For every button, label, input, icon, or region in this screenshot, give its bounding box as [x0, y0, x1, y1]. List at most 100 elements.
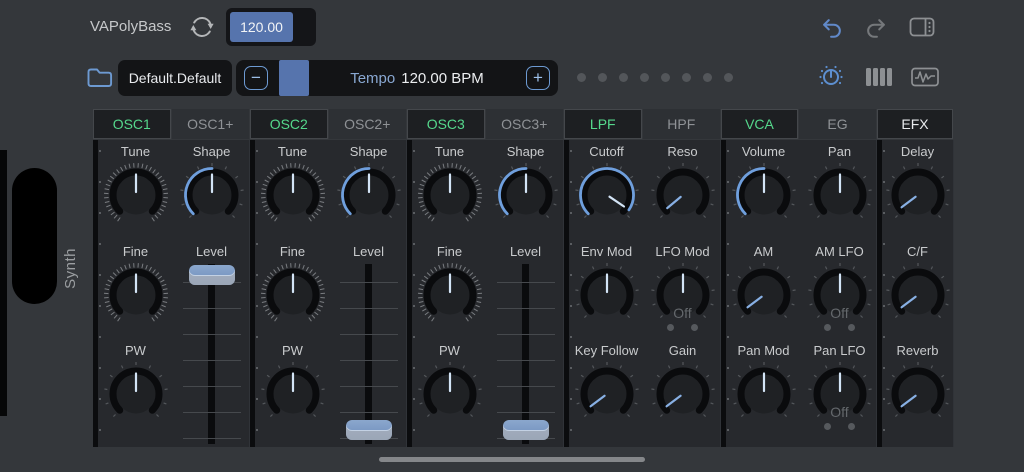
knob-tune[interactable]: Tune: [255, 144, 330, 246]
knob-glyph: [731, 362, 796, 418]
knob-reso[interactable]: Reso: [645, 144, 720, 246]
knob-glyph: [731, 263, 796, 319]
column-body-efx: Delay C/F Reverb: [877, 140, 954, 447]
slider-track[interactable]: [174, 264, 249, 444]
plugin-name: VAPolyBass: [90, 18, 172, 35]
knob-cutoff[interactable]: Cutoff: [569, 144, 644, 246]
tab-osc2[interactable]: OSC2: [250, 109, 328, 139]
knob-fine[interactable]: Fine: [98, 244, 173, 346]
knob-pan-lfo[interactable]: Pan LFO Off: [802, 343, 877, 445]
tempo-plus-button[interactable]: +: [526, 66, 550, 90]
page-dot[interactable]: [724, 73, 733, 82]
knob-pw[interactable]: PW: [412, 343, 487, 445]
knob-delay[interactable]: Delay: [882, 144, 953, 246]
layout-panel-button[interactable]: [906, 13, 938, 41]
tab-osc1[interactable]: OSC1+: [171, 109, 249, 139]
page-dot[interactable]: [577, 73, 586, 82]
knob-tune[interactable]: Tune: [98, 144, 173, 246]
tempo-control[interactable]: − Tempo 120.00 BPM +: [236, 60, 558, 96]
tab-osc2[interactable]: OSC2+: [328, 109, 406, 139]
slider-level[interactable]: Level: [331, 244, 406, 444]
knob-label: PW: [282, 343, 303, 358]
off-value-label[interactable]: Off: [802, 404, 877, 420]
tab-hpf[interactable]: HPF: [642, 109, 720, 139]
knob-shape[interactable]: Shape: [331, 144, 406, 246]
knob-shape[interactable]: Shape: [174, 144, 249, 246]
tab-osc3[interactable]: OSC3+: [485, 109, 563, 139]
page-dot[interactable]: [682, 73, 691, 82]
drawer-handle[interactable]: [12, 168, 57, 304]
tab-osc3[interactable]: OSC3: [407, 109, 485, 139]
slider-gridline: [496, 386, 555, 387]
bpm-value-field[interactable]: 120.00: [230, 12, 293, 42]
knob-glyph: [417, 362, 482, 418]
knob-fine[interactable]: Fine: [255, 244, 330, 346]
tab-vca[interactable]: VCA: [721, 109, 798, 139]
option-dots[interactable]: [645, 324, 720, 331]
column-body-osc3: Tune Shape Fine Level PW: [407, 140, 564, 447]
slider-gridline: [496, 360, 555, 361]
knob-am-lfo[interactable]: AM LFO Off: [802, 244, 877, 346]
cycle-arrows-icon[interactable]: [188, 13, 216, 41]
tabstrip-vca: VCA EG: [721, 109, 877, 139]
knob-volume[interactable]: Volume: [726, 144, 801, 246]
option-dot[interactable]: [848, 324, 855, 331]
preset-selector[interactable]: Default.Default: [118, 60, 232, 96]
knob-gain[interactable]: Gain: [645, 343, 720, 445]
knob-view-button[interactable]: [816, 63, 846, 91]
knob-pan[interactable]: Pan: [802, 144, 877, 246]
off-value-label[interactable]: Off: [645, 305, 720, 321]
redo-button[interactable]: [862, 15, 890, 41]
knob-tune[interactable]: Tune: [412, 144, 487, 246]
home-indicator[interactable]: [379, 457, 645, 462]
knob-pw[interactable]: PW: [255, 343, 330, 445]
folder-button[interactable]: [85, 63, 113, 91]
page-dot[interactable]: [703, 73, 712, 82]
page-dot[interactable]: [598, 73, 607, 82]
knob-lfo-mod[interactable]: LFO Mod Off: [645, 244, 720, 346]
page-dot[interactable]: [640, 73, 649, 82]
knob-shape[interactable]: Shape: [488, 144, 563, 246]
slider-level[interactable]: Level: [174, 244, 249, 444]
tab-lpf[interactable]: LPF: [564, 109, 642, 139]
page-dot[interactable]: [619, 73, 628, 82]
off-value-label[interactable]: Off: [802, 305, 877, 321]
knob-am[interactable]: AM: [726, 244, 801, 346]
tempo-slider-handle[interactable]: [279, 60, 309, 96]
knob-reverb[interactable]: Reverb: [882, 343, 953, 445]
knob-glyph: [650, 163, 715, 219]
slider-handle[interactable]: [502, 420, 549, 440]
knob-fine[interactable]: Fine: [412, 244, 487, 346]
option-dots[interactable]: [802, 423, 877, 430]
knob-pan-mod[interactable]: Pan Mod: [726, 343, 801, 445]
option-dots[interactable]: [802, 324, 877, 331]
tab-efx[interactable]: EFX: [877, 109, 953, 139]
slider-level[interactable]: Level: [488, 244, 563, 444]
oscilloscope-view-button[interactable]: [908, 63, 942, 91]
page-indicator[interactable]: [577, 73, 733, 82]
slider-handle[interactable]: [345, 420, 392, 440]
knob-label: Volume: [741, 144, 786, 159]
knob-pw[interactable]: PW: [98, 343, 173, 445]
keyboard-view-button[interactable]: [862, 63, 896, 91]
page-dot[interactable]: [661, 73, 670, 82]
bpm-display-box[interactable]: 120.00: [226, 8, 316, 46]
option-dot[interactable]: [691, 324, 698, 331]
slider-handle[interactable]: [188, 265, 235, 285]
knob-key-follow[interactable]: Key Follow: [569, 343, 644, 445]
option-dot[interactable]: [824, 324, 831, 331]
folder-icon: [87, 68, 112, 87]
tab-eg[interactable]: EG: [799, 109, 876, 139]
option-dot[interactable]: [667, 324, 674, 331]
undo-button[interactable]: [818, 15, 846, 41]
slider-track[interactable]: [331, 264, 406, 444]
slider-track[interactable]: [488, 264, 563, 444]
option-dot[interactable]: [848, 423, 855, 430]
tab-osc1[interactable]: OSC1: [93, 109, 171, 139]
knob-c-f[interactable]: C/F: [882, 244, 953, 346]
option-dot[interactable]: [824, 423, 831, 430]
column-osc2: OSC2 OSC2+ Tune Shape Fine Level PW: [250, 109, 407, 447]
tempo-minus-button[interactable]: −: [244, 66, 268, 90]
knob-env-mod[interactable]: Env Mod: [569, 244, 644, 346]
knob-label: Tune: [277, 144, 308, 159]
